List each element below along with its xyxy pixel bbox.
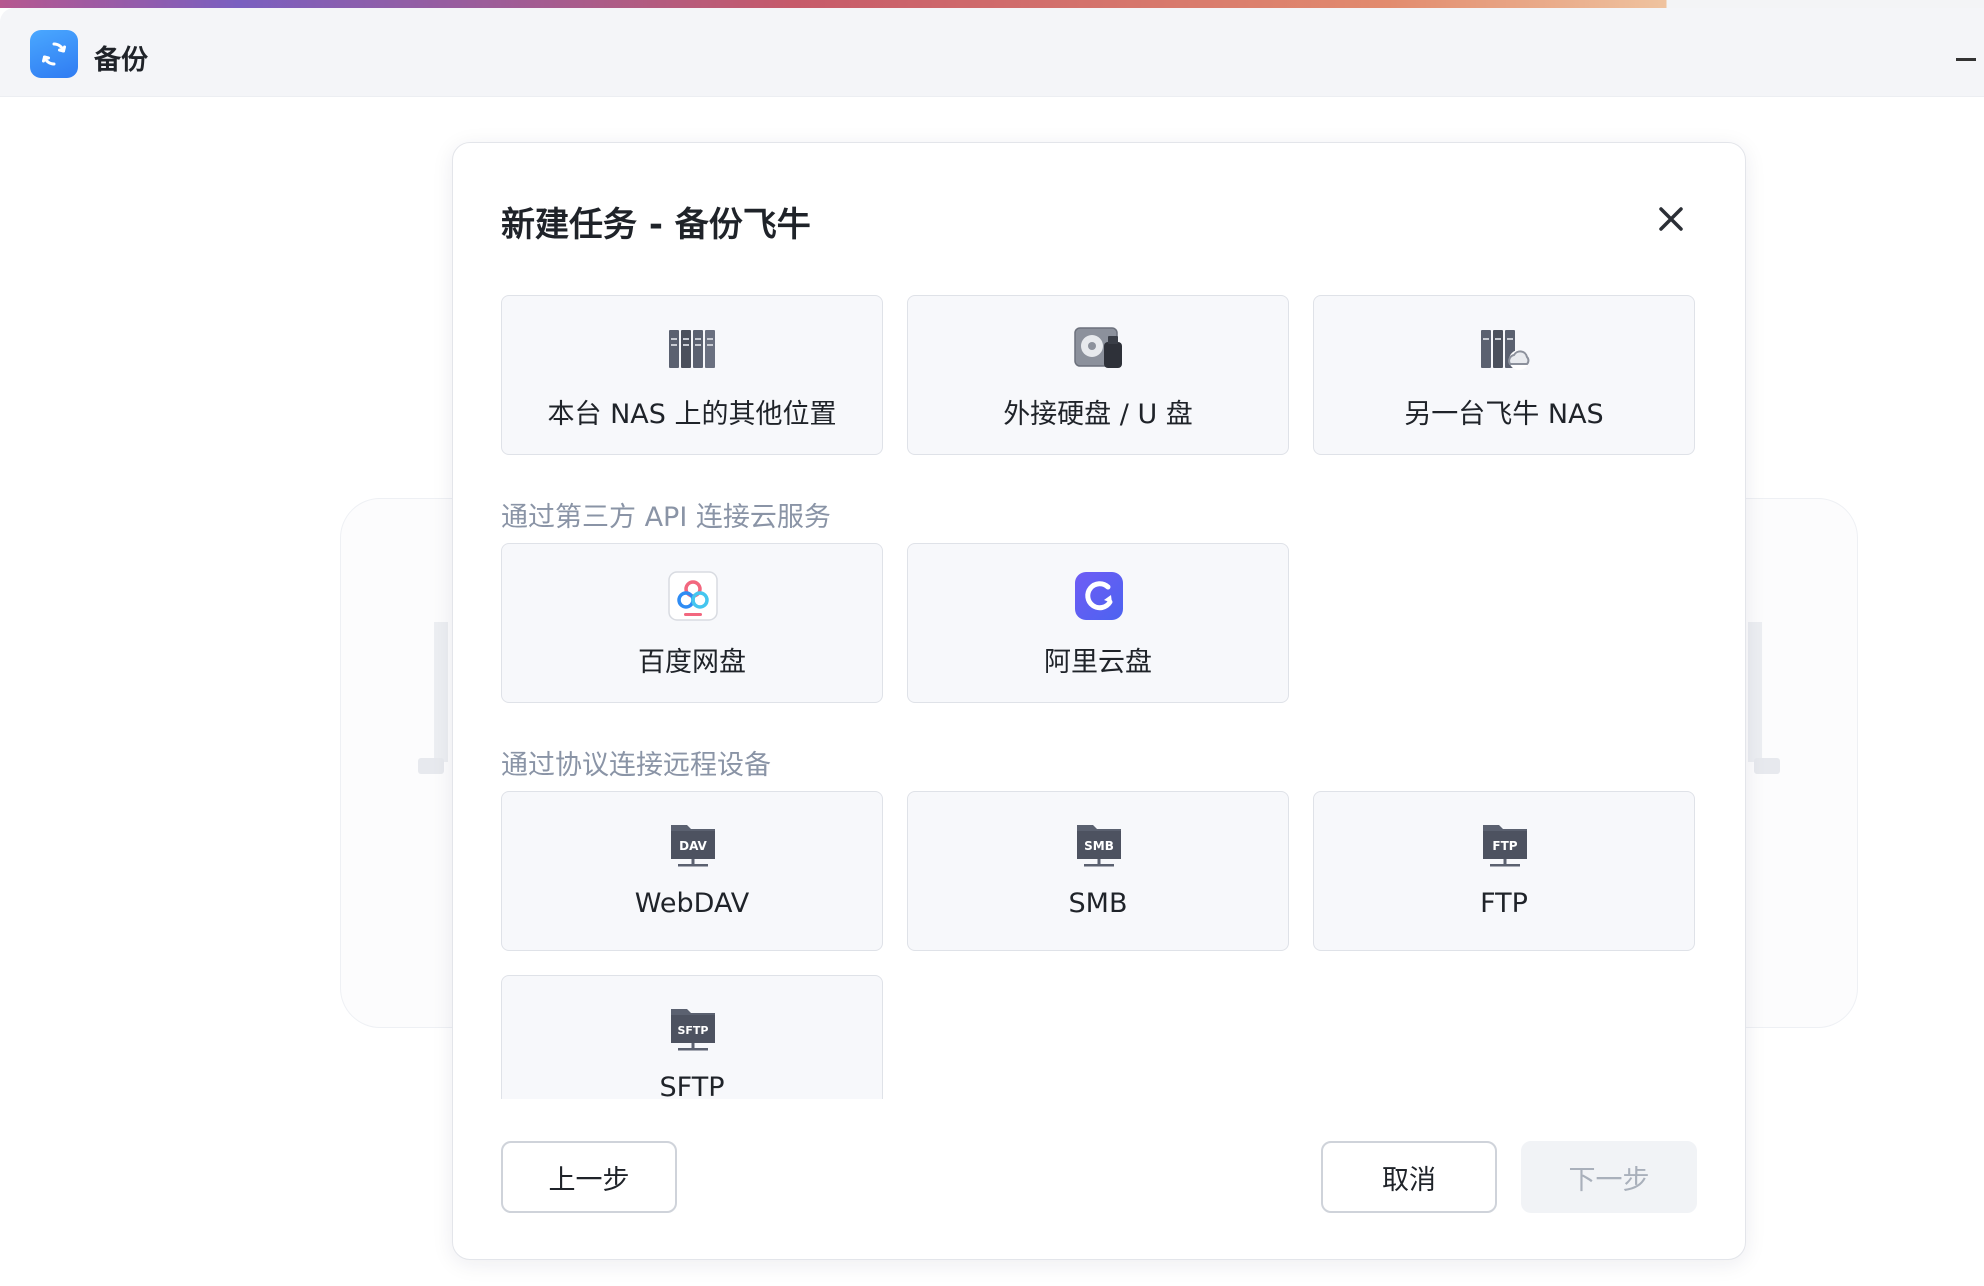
option-sftp[interactable]: SFTP SFTP [501,975,883,1099]
background-illustration [434,622,448,762]
option-label: 外接硬盘 / U 盘 [1003,399,1193,430]
option-local-nas[interactable]: 本台 NAS 上的其他位置 [501,295,883,455]
protocol-badge: FTP [1492,839,1517,853]
option-another-nas[interactable]: 另一台飞牛 NAS [1313,295,1695,455]
option-label: 阿里云盘 [1044,647,1152,678]
close-icon [1659,207,1683,231]
app-title: 备份 [94,45,148,76]
option-label: 百度网盘 [638,647,746,678]
option-aliyun-drive[interactable]: 阿里云盘 [907,543,1289,703]
usb-drive-icon [1073,322,1125,374]
network-folder-icon: SMB [1073,818,1125,870]
option-label: 另一台飞牛 NAS [1404,399,1604,430]
option-ftp[interactable]: FTP FTP [1313,791,1695,951]
option-label: WebDAV [634,888,750,919]
aliyun-drive-icon [1073,570,1125,622]
network-folder-icon: SFTP [667,1002,719,1054]
cancel-button[interactable]: 取消 [1321,1141,1497,1213]
option-baidu-netdisk[interactable]: 百度网盘 [501,543,883,703]
dialog-title: 新建任务 - 备份飞牛 [501,205,811,245]
option-smb[interactable]: SMB SMB [907,791,1289,951]
desktop-wallpaper-strip [0,0,1984,8]
background-illustration [1748,622,1762,762]
option-label: 本台 NAS 上的其他位置 [547,399,837,430]
close-button[interactable] [1651,199,1691,239]
protocol-badge: DAV [679,839,707,853]
protocol-badge: SMB [1084,839,1114,853]
destination-options-list[interactable]: 本台 NAS 上的其他位置 外接硬盘 / U 盘 另一台飞牛 NAS 通过第三方… [501,295,1701,1099]
server-cloud-icon [1479,322,1531,374]
new-task-dialog: 新建任务 - 备份飞牛 本台 NAS 上的其他位置 外接硬盘 / U 盘 另一台… [452,142,1746,1260]
baidu-netdisk-icon [667,570,719,622]
background-illustration [418,758,444,774]
minimize-button[interactable] [1956,58,1976,61]
protocol-section-label: 通过协议连接远程设备 [501,750,771,781]
server-rack-icon [667,322,719,374]
protocol-badge: SFTP [677,1024,708,1037]
option-label: SFTP [659,1072,725,1099]
sync-icon [30,30,78,78]
option-webdav[interactable]: DAV WebDAV [501,791,883,951]
next-step-button[interactable]: 下一步 [1521,1141,1697,1213]
option-label: SMB [1068,888,1128,919]
network-folder-icon: FTP [1479,818,1531,870]
network-folder-icon: DAV [667,818,719,870]
title-bar: 备份 [0,8,1984,97]
prev-step-button[interactable]: 上一步 [501,1141,677,1213]
cloud-section-label: 通过第三方 API 连接云服务 [501,502,831,533]
option-label: FTP [1480,888,1528,919]
option-external-drive[interactable]: 外接硬盘 / U 盘 [907,295,1289,455]
backup-app-window: 备份 新建任务 - 备份飞牛 本台 NAS 上的其他位置 外接硬盘 / U 盘 … [0,8,1984,1286]
background-illustration [1754,758,1780,774]
